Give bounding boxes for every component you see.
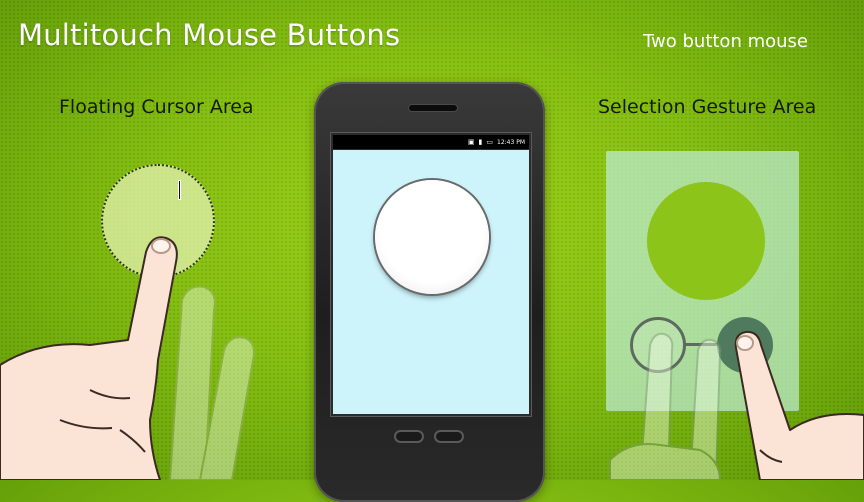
right-button-touch-dot[interactable] [717,317,773,373]
phone-screen: ▣ ▮ ▭ 12:43 PM [330,132,532,417]
page-subtitle: Two button mouse [643,31,808,52]
phone-back-button[interactable] [394,430,424,443]
ibeam-cursor-icon [178,180,181,200]
selection-gesture-area-label: Selection Gesture Area [598,96,817,118]
phone-device: ▣ ▮ ▭ 12:43 PM [314,82,545,502]
status-time: 12:43 PM [497,138,525,146]
signal-icon: ▮ [478,137,483,146]
status-bar: ▣ ▮ ▭ 12:43 PM [333,135,529,149]
gesture-connector-line [684,343,720,346]
app-canvas[interactable] [333,150,529,414]
floating-cursor-circle[interactable] [101,164,215,278]
ghost-hand-icon [168,285,255,480]
touch-target-circle[interactable] [375,180,489,294]
selection-gesture-panel[interactable] [606,151,799,411]
phone-menu-button[interactable] [434,430,464,443]
selection-target-circle [647,182,765,300]
notification-icon: ▣ [467,137,475,146]
left-button-touch-ring[interactable] [630,317,686,373]
battery-icon: ▭ [486,137,493,146]
floating-cursor-area-label: Floating Cursor Area [59,96,254,118]
page-title: Multitouch Mouse Buttons [18,18,401,52]
phone-speaker [408,104,458,112]
